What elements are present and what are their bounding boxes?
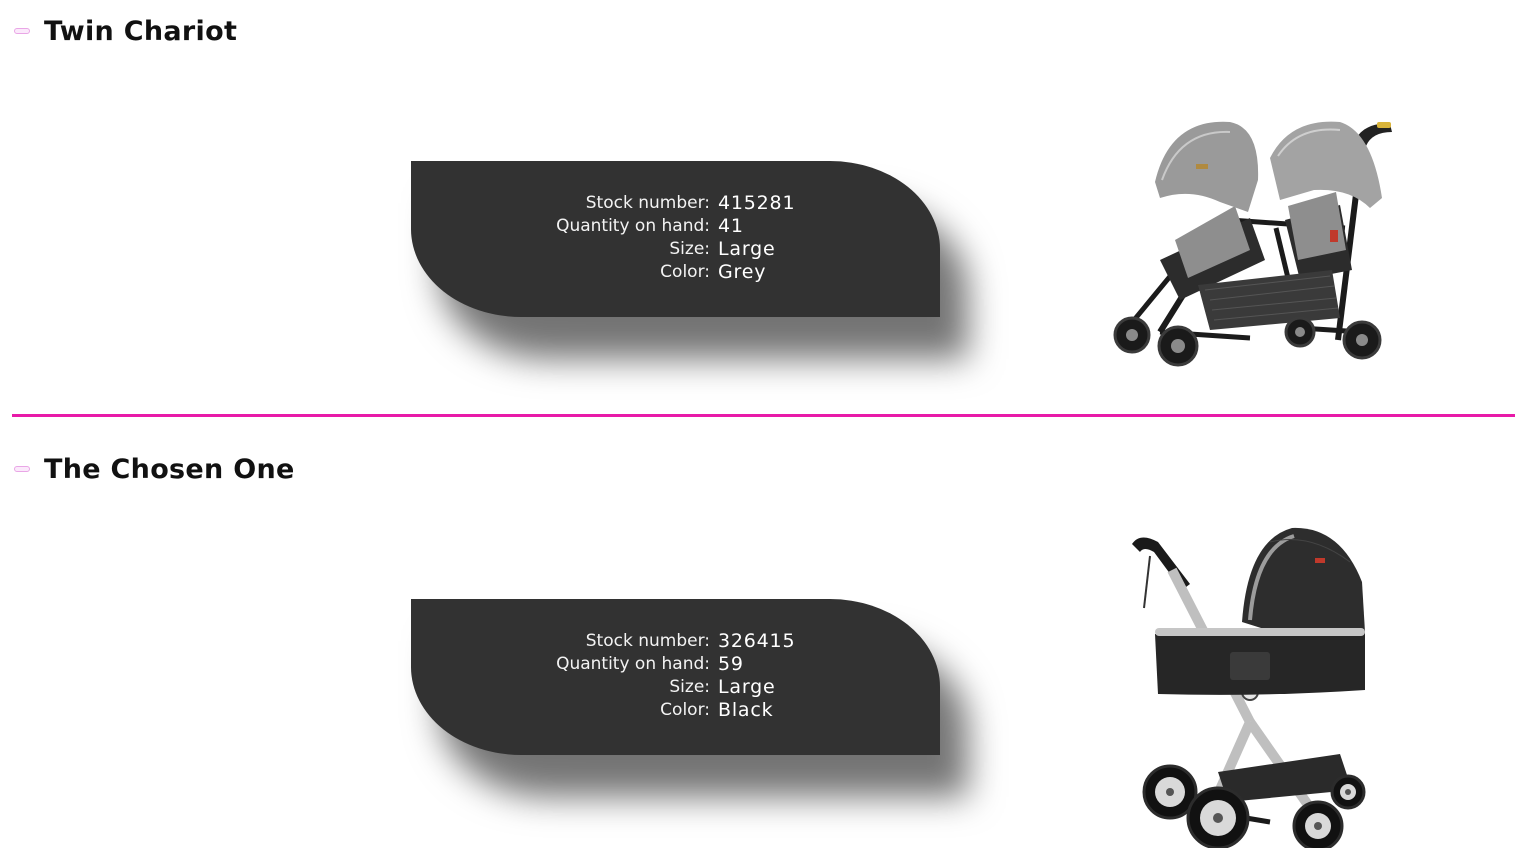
detail-label: Quantity on hand: <box>556 653 710 674</box>
product-details: Stock number: 415281 Quantity on hand: 4… <box>411 191 940 283</box>
detail-value: Large <box>718 237 776 260</box>
detail-label: Quantity on hand: <box>556 215 710 236</box>
collapse-icon[interactable] <box>14 28 30 34</box>
detail-label: Size: <box>669 238 710 259</box>
detail-row-quantity: Quantity on hand: 41 <box>411 214 940 237</box>
detail-value: 59 <box>718 652 744 675</box>
product-title: The Chosen One <box>44 453 295 485</box>
detail-label: Color: <box>660 261 710 282</box>
detail-value: Large <box>718 675 776 698</box>
double-stroller-image <box>1113 121 1392 367</box>
detail-row-size: Size: Large <box>411 675 940 698</box>
detail-label: Stock number: <box>585 630 710 651</box>
detail-value: Black <box>718 698 774 721</box>
product-section-the-chosen-one: The Chosen One Stock number: 326415 Quan… <box>0 438 1515 848</box>
detail-row-stock-number: Stock number: 415281 <box>411 191 940 214</box>
product-header[interactable]: Twin Chariot <box>14 12 237 50</box>
detail-row-color: Color: Grey <box>411 260 940 283</box>
detail-value: 415281 <box>718 191 796 214</box>
detail-value: Grey <box>718 260 767 283</box>
page: Twin Chariot Stock number: 415281 Quanti… <box>0 0 1515 848</box>
detail-row-stock-number: Stock number: 326415 <box>411 629 940 652</box>
detail-row-quantity: Quantity on hand: 59 <box>411 652 940 675</box>
product-info-card: Stock number: 326415 Quantity on hand: 5… <box>411 599 940 755</box>
product-section-twin-chariot: Twin Chariot Stock number: 415281 Quanti… <box>0 0 1515 416</box>
detail-row-size: Size: Large <box>411 237 940 260</box>
pram-stroller-image <box>1132 527 1366 848</box>
detail-label: Stock number: <box>585 192 710 213</box>
detail-row-color: Color: Black <box>411 698 940 721</box>
section-divider <box>12 414 1515 417</box>
detail-value: 41 <box>718 214 744 237</box>
product-header[interactable]: The Chosen One <box>14 450 295 488</box>
detail-label: Size: <box>669 676 710 697</box>
product-info-card: Stock number: 415281 Quantity on hand: 4… <box>411 161 940 317</box>
collapse-icon[interactable] <box>14 466 30 472</box>
detail-value: 326415 <box>718 629 796 652</box>
detail-label: Color: <box>660 699 710 720</box>
product-details: Stock number: 326415 Quantity on hand: 5… <box>411 629 940 721</box>
product-title: Twin Chariot <box>44 15 238 47</box>
